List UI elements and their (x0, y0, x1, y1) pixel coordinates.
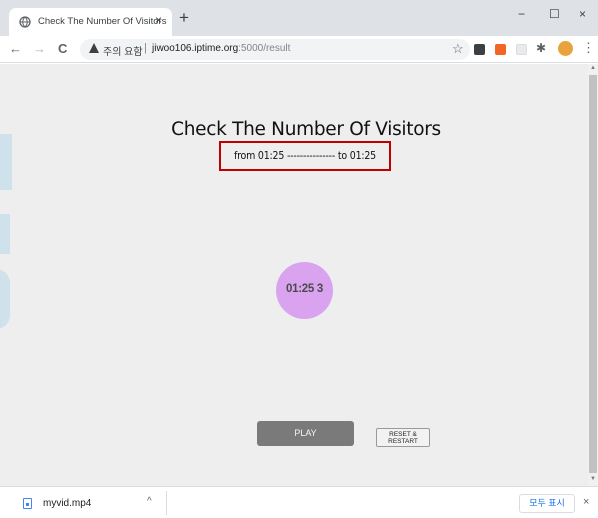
shelf-divider (166, 491, 167, 515)
warning-icon[interactable] (89, 43, 99, 53)
profile-avatar[interactable] (558, 41, 573, 56)
time-range-box: from 01:25 --------------- to 01:25 (219, 141, 391, 171)
shelf-close-icon[interactable]: × (583, 496, 589, 508)
new-tab-icon[interactable]: + (179, 9, 189, 26)
visitor-count-text: 01:25 3 (286, 283, 323, 295)
scroll-down-icon[interactable]: ▼ (590, 476, 596, 482)
reload-icon[interactable]: C (58, 42, 67, 55)
browser-toolbar: ← → C 주의 요함 | jiwoo106.iptime.org:5000/r… (0, 36, 598, 63)
maximize-icon[interactable]: ☐ (549, 8, 560, 20)
time-range-text: from 01:25 --------------- to 01:25 (233, 150, 376, 162)
bookmark-star-icon[interactable]: ☆ (452, 41, 464, 57)
forward-icon[interactable]: → (33, 42, 46, 55)
globe-icon (19, 16, 31, 28)
url-path: :5000/result (238, 43, 291, 54)
scroll-thumb[interactable] (589, 75, 597, 473)
download-file-name[interactable]: myvid.mp4 (43, 498, 91, 509)
scroll-up-icon[interactable]: ▲ (590, 65, 596, 71)
background-artifact (0, 134, 12, 190)
reset-label-line1: RESET & (389, 431, 417, 438)
background-artifact (0, 214, 10, 254)
extension-blank-icon[interactable] (516, 44, 527, 55)
reset-restart-button[interactable]: RESET & RESTART (376, 428, 430, 447)
play-button[interactable]: PLAY (257, 421, 354, 446)
browser-menu-icon[interactable]: ⋮ (582, 41, 595, 54)
page-viewport: Check The Number Of Visitors from 01:25 … (0, 64, 588, 486)
back-icon[interactable]: ← (9, 42, 22, 55)
page-title: Check The Number Of Visitors (171, 119, 441, 140)
download-shelf: myvid.mp4 ^ 모두 표시 × (0, 486, 598, 518)
reset-label-line2: RESTART (388, 438, 418, 445)
tab-strip: Check The Number Of Visitors × + − ☐ × (0, 0, 598, 36)
visitor-count-circle: 01:25 3 (276, 262, 333, 319)
url-text[interactable]: jiwoo106.iptime.org:5000/result (152, 43, 290, 54)
chevron-up-icon[interactable]: ^ (147, 496, 152, 507)
extensions-puzzle-icon[interactable]: ✱ (536, 41, 546, 55)
background-artifact (0, 269, 10, 329)
security-label[interactable]: 주의 요함 (103, 43, 143, 58)
tab-active[interactable]: Check The Number Of Visitors × (9, 8, 172, 36)
extension-dark-icon[interactable] (474, 44, 485, 55)
window-close-icon[interactable]: × (579, 8, 586, 20)
video-file-icon (23, 498, 32, 509)
show-all-button[interactable]: 모두 표시 (519, 494, 575, 513)
extension-orange-icon[interactable] (495, 44, 506, 55)
page-scrollbar[interactable]: ▲ ▼ (588, 64, 598, 486)
address-bar[interactable]: 주의 요함 | jiwoo106.iptime.org:5000/result … (80, 39, 470, 60)
tab-title: Check The Number Of Visitors (38, 16, 167, 27)
minimize-icon[interactable]: − (518, 8, 525, 20)
tab-close-icon[interactable]: × (155, 13, 162, 27)
url-host: jiwoo106.iptime.org (152, 43, 239, 54)
url-separator: | (144, 42, 147, 54)
